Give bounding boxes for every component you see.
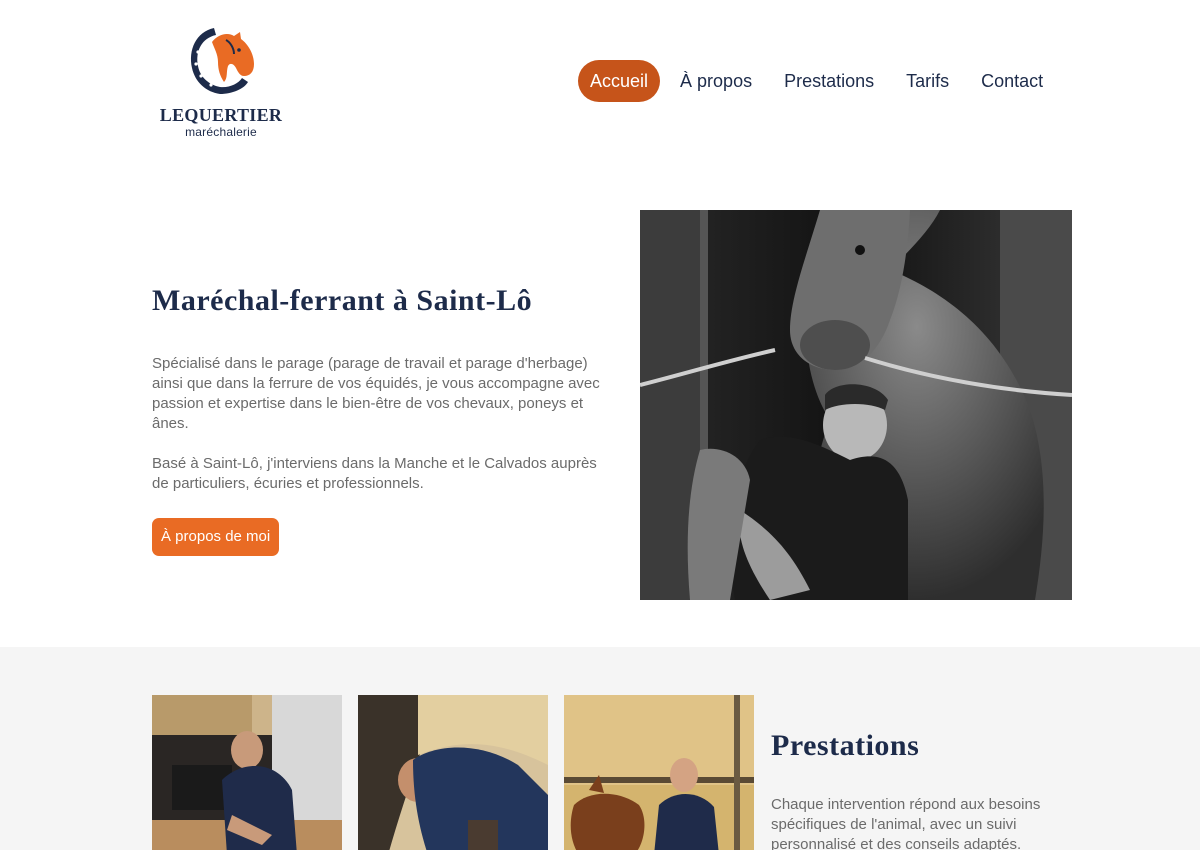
horseshoe-horse-icon bbox=[190, 28, 254, 94]
brand-logo[interactable]: LEQUERTIER maréchalerie bbox=[158, 22, 288, 142]
brand-tagline: maréchalerie bbox=[185, 125, 257, 139]
brand-name: LEQUERTIER bbox=[159, 105, 283, 125]
hoof-trimming-photo-illustration bbox=[358, 695, 548, 850]
nav-item-prestations[interactable]: Prestations bbox=[772, 60, 886, 102]
about-me-button[interactable]: À propos de moi bbox=[152, 518, 280, 556]
chestnut-horse-photo-illustration bbox=[564, 695, 754, 850]
services-title: Prestations bbox=[771, 729, 920, 762]
services-section: Prestations Chaque intervention répond a… bbox=[0, 647, 1200, 850]
hero-title: Maréchal-ferrant à Saint-Lô bbox=[152, 284, 533, 317]
hero-paragraph-2: Basé à Saint-Lô, j'interviens dans la Ma… bbox=[152, 455, 597, 492]
main-nav: Accueil À propos Prestations Tarifs Cont… bbox=[578, 60, 1063, 102]
services-description: Chaque intervention répond aux besoins s… bbox=[771, 796, 1041, 850]
farrier-trimming-hoof-photo bbox=[358, 695, 548, 850]
nav-item-a-propos[interactable]: À propos bbox=[668, 60, 764, 102]
farrier-with-chestnut-horse-photo bbox=[564, 695, 754, 850]
site-header: LEQUERTIER maréchalerie Accueil À propos… bbox=[0, 0, 1200, 165]
nav-item-accueil[interactable]: Accueil bbox=[578, 60, 661, 102]
nav-item-tarifs[interactable]: Tarifs bbox=[894, 60, 961, 102]
nav-item-contact[interactable]: Contact bbox=[969, 60, 1055, 102]
hero-paragraph-1: Spécialisé dans le parage (parage de tra… bbox=[152, 355, 600, 432]
farrier-at-forge-photo bbox=[152, 695, 342, 850]
hero-photo-illustration bbox=[640, 210, 1072, 600]
farrier-with-horse-photo bbox=[640, 210, 1072, 600]
forge-photo-illustration bbox=[152, 695, 342, 850]
